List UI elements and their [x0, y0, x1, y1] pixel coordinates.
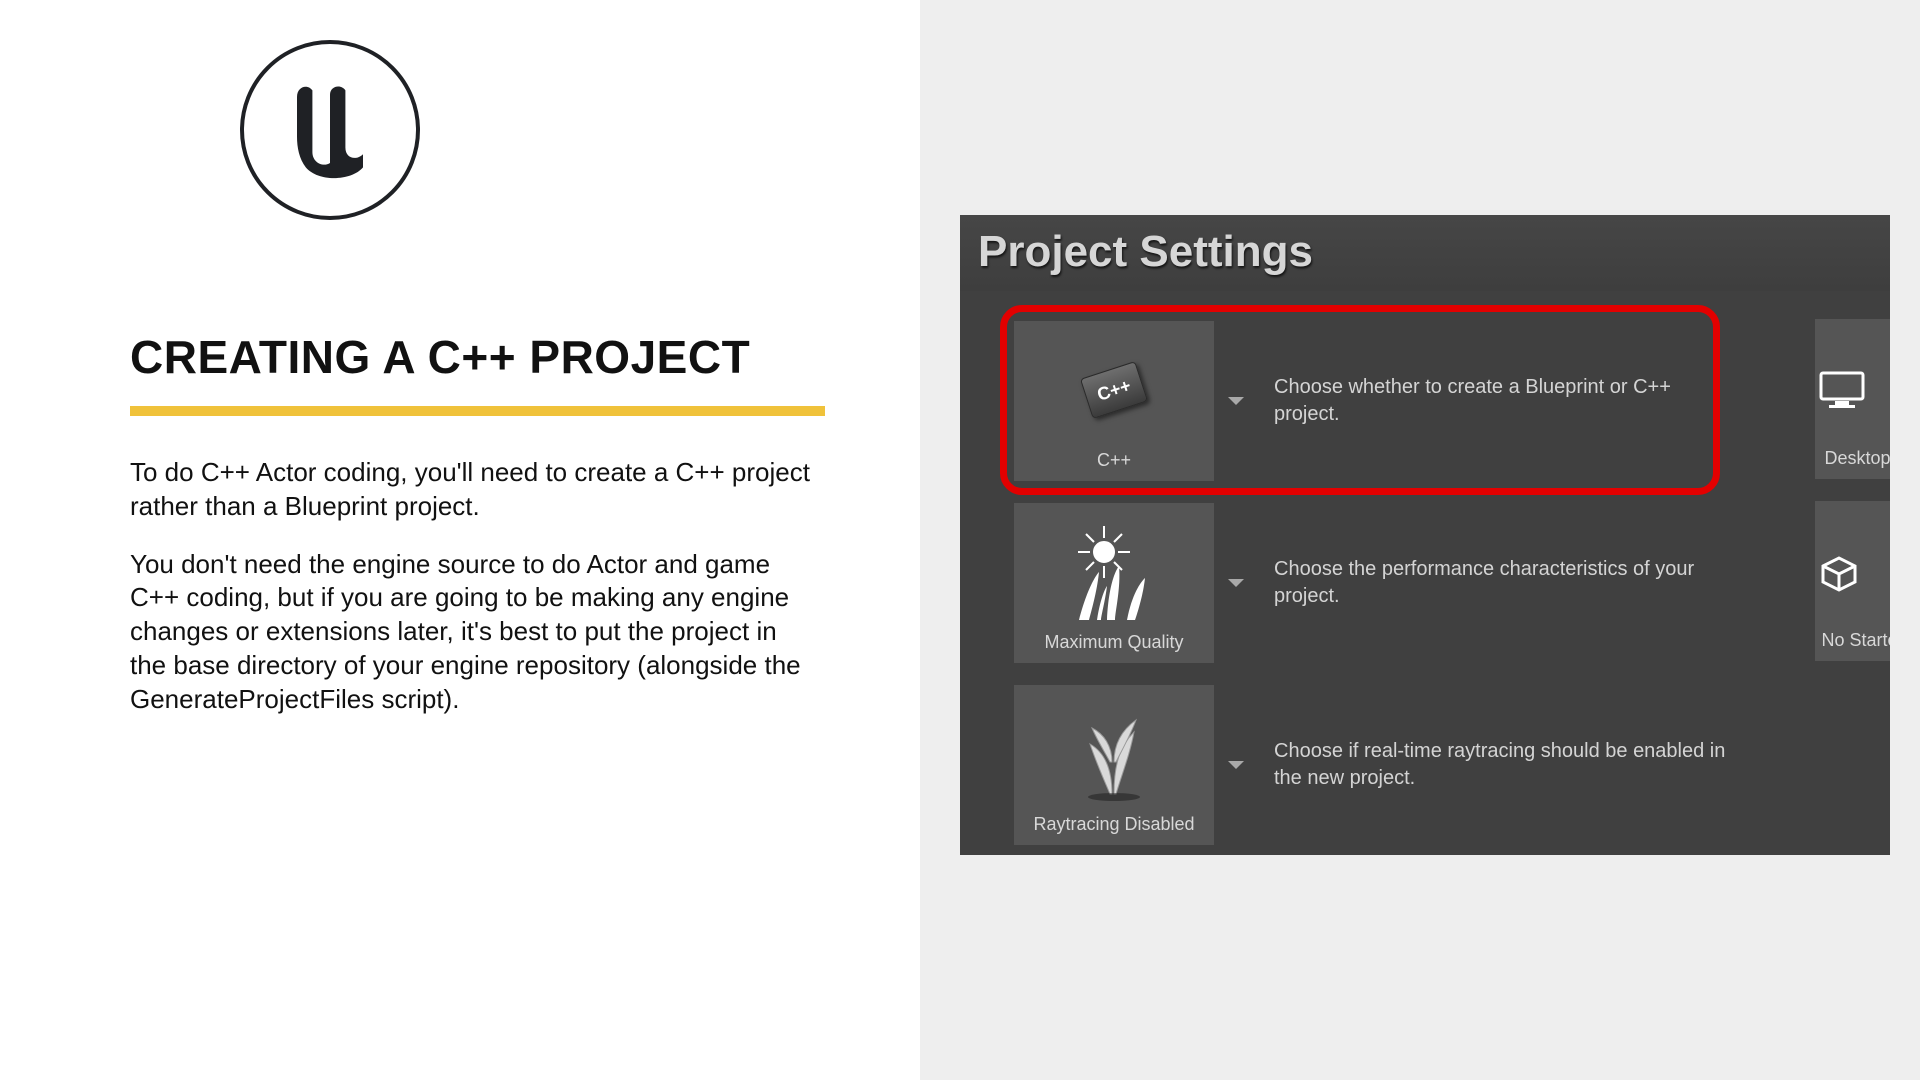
setting-desc: Choose if real-time raytracing should be…: [1274, 738, 1734, 792]
setting-desc: Choose whether to create a Blueprint or …: [1274, 374, 1734, 428]
text-pane: CREATING A C++ PROJECT To do C++ Actor c…: [0, 0, 920, 1080]
slide-heading: CREATING A C++ PROJECT: [130, 330, 840, 384]
setting-thumb-cpp[interactable]: C++ C++: [1014, 321, 1214, 481]
settings-rows: C++ C++ Choose whether to create a Bluep…: [960, 291, 1890, 855]
screenshot-pane: Project Settings C++ C++ Choose whether …: [920, 0, 1920, 1080]
monitor-icon: [1819, 331, 1890, 448]
chevron-down-icon[interactable]: [1228, 761, 1244, 769]
setting-thumb-starter[interactable]: No Starter: [1815, 501, 1890, 661]
paragraph-1: To do C++ Actor coding, you'll need to c…: [130, 456, 810, 524]
raytracing-icon: [1022, 699, 1206, 808]
cpp-icon: C++: [1022, 335, 1206, 444]
setting-row-cpp: C++ C++ Choose whether to create a Bluep…: [1014, 321, 1860, 481]
setting-row-raytracing: Raytracing Disabled Choose if real-time …: [1014, 685, 1860, 845]
quality-icon: [1022, 517, 1206, 626]
thumb-label: Desktop /: [1824, 448, 1890, 469]
slide: CREATING A C++ PROJECT To do C++ Actor c…: [0, 0, 1920, 1080]
unreal-logo: [240, 40, 420, 220]
chevron-down-icon[interactable]: [1228, 397, 1244, 405]
heading-underline: [130, 406, 825, 416]
panel-title: Project Settings: [960, 215, 1890, 291]
setting-thumb-raytracing[interactable]: Raytracing Disabled: [1014, 685, 1214, 845]
setting-thumb-quality[interactable]: Maximum Quality: [1014, 503, 1214, 663]
paragraph-2: You don't need the engine source to do A…: [130, 548, 810, 717]
box-icon: [1819, 513, 1890, 630]
side-column: Desktop / No Starter: [1815, 319, 1890, 683]
setting-thumb-platform[interactable]: Desktop /: [1815, 319, 1890, 479]
setting-row-quality: Maximum Quality Choose the performance c…: [1014, 503, 1860, 663]
setting-desc: Choose the performance characteristics o…: [1274, 556, 1734, 610]
thumb-label: Maximum Quality: [1022, 626, 1206, 653]
chevron-down-icon[interactable]: [1228, 579, 1244, 587]
cpp-card-icon: C++: [1080, 361, 1148, 419]
thumb-label: No Starter: [1821, 630, 1890, 651]
thumb-label: C++: [1022, 444, 1206, 471]
project-settings-panel: Project Settings C++ C++ Choose whether …: [960, 215, 1890, 855]
unreal-u-icon: [275, 75, 385, 185]
thumb-label: Raytracing Disabled: [1022, 808, 1206, 835]
